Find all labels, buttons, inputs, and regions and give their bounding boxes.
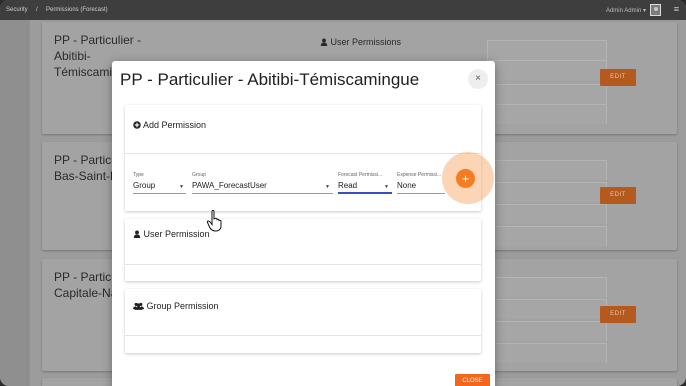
user-name: Admin Admin <box>605 8 642 14</box>
permission-row-placeholder <box>487 277 607 297</box>
permission-row-placeholder <box>487 84 607 104</box>
divider <box>125 335 481 336</box>
forecast-permission-value: Read <box>338 181 358 190</box>
group-label: Group <box>192 172 206 178</box>
users-icon <box>133 302 144 310</box>
user-permission-title: User Permission <box>143 229 210 239</box>
permission-row-placeholder <box>487 40 607 60</box>
breadcrumb-separator: / <box>36 7 38 13</box>
dropdown-arrow-icon: ▼ <box>325 184 330 190</box>
add-permission-header: Add Permission <box>133 120 206 130</box>
expense-permission-label: Expense Permissi... <box>397 172 442 178</box>
hamburger-menu-icon[interactable]: ≡ <box>674 4 679 14</box>
group-permission-title: Group Permission <box>146 301 219 311</box>
add-permission-title: Add Permission <box>143 120 207 130</box>
user-icon <box>320 38 328 46</box>
forecast-permission-label: Forecast Permissi... <box>338 172 383 178</box>
dropdown-arrow-icon: ▼ <box>384 184 389 190</box>
permission-row-placeholder <box>487 60 607 80</box>
breadcrumb-root[interactable]: Security <box>6 7 28 13</box>
app-frame: Security / Permissions (Forecast) Admin … <box>0 0 686 386</box>
permission-row-placeholder <box>487 226 607 246</box>
type-value: Group <box>133 181 156 190</box>
divider <box>125 153 481 154</box>
user-permission-panel: User Permission <box>125 219 481 281</box>
type-label: Type <box>133 172 144 178</box>
card-section-title: User Permissions <box>330 37 402 47</box>
top-bar: Security / Permissions (Forecast) Admin … <box>0 0 686 20</box>
breadcrumb-current[interactable]: Permissions (Forecast) <box>46 7 108 13</box>
chevron-down-icon: ▾ <box>642 8 646 14</box>
group-permission-header: Group Permission <box>133 301 219 311</box>
edit-button[interactable]: EDIT <box>600 306 636 323</box>
permission-row-placeholder <box>487 160 607 180</box>
plus-circle-icon <box>133 121 141 129</box>
dialog-title: PP - Particulier - Abitibi-Témiscamingue <box>120 70 420 89</box>
permission-row-placeholder <box>487 343 607 363</box>
add-permission-panel: Add Permission Type Group ▼ Group PAWA_F… <box>125 105 481 211</box>
user-permission-header: User Permission <box>133 229 210 239</box>
field-underline <box>397 193 445 194</box>
card-section-label: User Permissions <box>320 37 401 47</box>
field-underline <box>133 193 186 194</box>
hand-cursor-icon <box>206 209 222 232</box>
permissions-dialog: PP - Particulier - Abitibi-Témiscamingue… <box>112 61 495 386</box>
user-icon <box>133 230 141 238</box>
permission-row-placeholder <box>487 204 607 224</box>
permission-row-placeholder <box>487 321 607 341</box>
field-underline <box>192 193 333 194</box>
group-value: PAWA_ForecastUser <box>192 181 267 190</box>
group-permission-panel: Group Permission <box>125 289 481 353</box>
permission-row-placeholder <box>487 299 607 319</box>
close-button[interactable]: CLOSE <box>455 374 490 386</box>
expense-permission-value: None <box>397 181 417 190</box>
left-gutter <box>0 20 30 386</box>
edit-button[interactable]: EDIT <box>600 187 636 204</box>
add-permission-button[interactable]: + <box>456 169 475 188</box>
field-underline <box>338 192 392 194</box>
edit-button[interactable]: EDIT <box>600 69 636 86</box>
permission-row-placeholder <box>487 104 607 124</box>
divider <box>125 264 481 265</box>
user-menu[interactable]: Admin Admin ▾ <box>606 7 646 14</box>
permission-row-placeholder <box>487 182 607 202</box>
dropdown-arrow-icon: ▼ <box>179 184 184 190</box>
avatar[interactable] <box>650 4 661 16</box>
close-icon[interactable]: × <box>468 69 488 89</box>
